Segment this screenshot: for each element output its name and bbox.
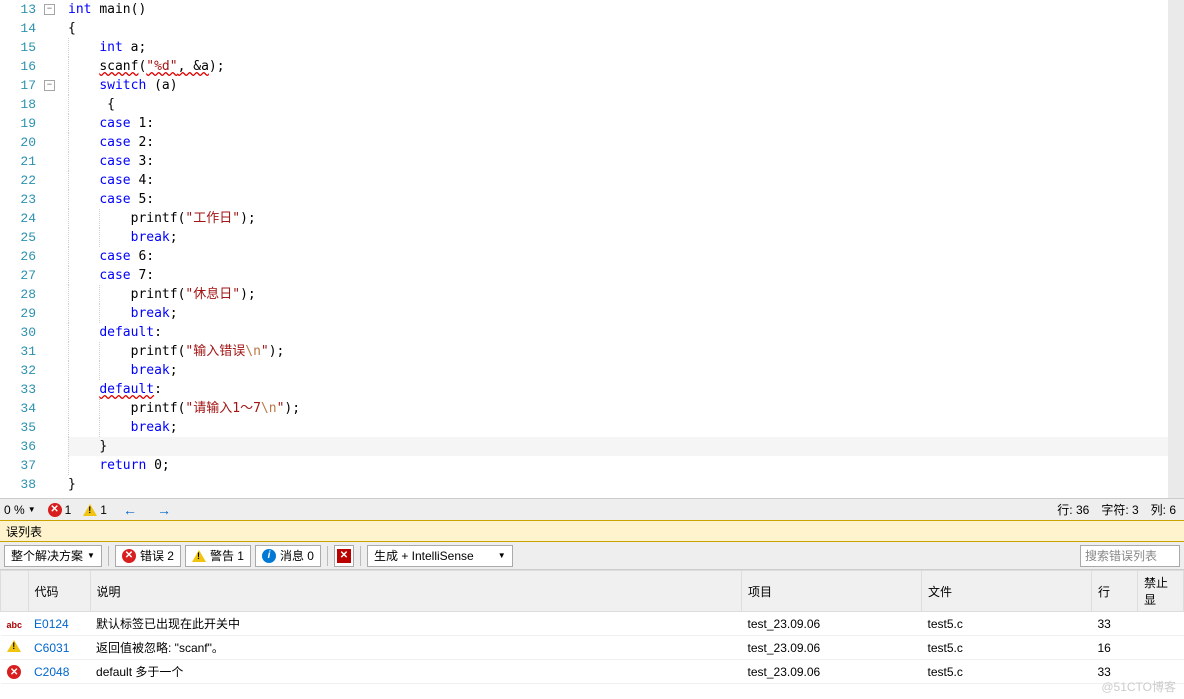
warning-count[interactable]: 1	[83, 503, 107, 517]
table-row[interactable]: C6031返回值被忽略: "scanf"。test_23.09.06test5.…	[1, 636, 1184, 660]
errors-filter-button[interactable]: ✕错误 2	[115, 545, 181, 567]
code-editor[interactable]: 1314151617181920212223242526272829303132…	[0, 0, 1184, 498]
col-file[interactable]: 文件	[922, 571, 1092, 612]
table-header-row: 代码 说明 项目 文件 行 禁止显	[1, 571, 1184, 612]
error-icon: ✕	[122, 549, 136, 563]
fold-toggle-icon[interactable]: −	[44, 80, 55, 91]
col-line[interactable]: 行	[1092, 571, 1138, 612]
clear-button[interactable]: ✕	[334, 545, 354, 567]
error-icon: ✕	[48, 503, 62, 517]
nav-next-icon[interactable]: →	[153, 502, 175, 518]
messages-filter-button[interactable]: i消息 0	[255, 545, 321, 567]
nav-prev-icon[interactable]: ←	[119, 502, 141, 518]
fold-column: − −	[42, 0, 60, 498]
col-code[interactable]: 代码	[28, 571, 90, 612]
warning-icon	[192, 550, 206, 562]
error-list-panel-title[interactable]: 误列表	[0, 520, 1184, 542]
watermark: @51CTO博客	[1101, 678, 1176, 695]
build-intellisense-dropdown[interactable]: 生成 + IntelliSense ▼	[367, 545, 513, 567]
error-list-toolbar: 整个解决方案 ▼ ✕错误 2 警告 1 i消息 0 ✕ 生成 + Intelli…	[0, 542, 1184, 570]
fold-toggle-icon[interactable]: −	[44, 4, 55, 15]
caret-line: 行: 36	[1057, 501, 1089, 518]
zoom-level[interactable]: 0 % ▼	[4, 503, 36, 517]
vertical-scrollbar[interactable]	[1168, 0, 1184, 498]
code-content[interactable]: int main(){ int a; scanf("%d", &a); swit…	[60, 0, 1184, 498]
solution-filter-dropdown[interactable]: 整个解决方案 ▼	[4, 545, 102, 567]
caret-char: 字符: 3	[1101, 501, 1138, 518]
col-project[interactable]: 项目	[742, 571, 922, 612]
search-error-list-input[interactable]: 搜索错误列表	[1080, 545, 1180, 567]
editor-status-bar: 0 % ▼ ✕1 1 ← → 行: 36 字符: 3 列: 6	[0, 498, 1184, 520]
clear-icon: ✕	[337, 549, 351, 563]
error-list-table[interactable]: 代码 说明 项目 文件 行 禁止显 abcE0124默认标签已出现在此开关中te…	[0, 570, 1184, 684]
error-count[interactable]: ✕1	[48, 503, 72, 517]
col-description[interactable]: 说明	[90, 571, 741, 612]
info-icon: i	[262, 549, 276, 563]
table-row[interactable]: abcE0124默认标签已出现在此开关中test_23.09.06test5.c…	[1, 612, 1184, 636]
warnings-filter-button[interactable]: 警告 1	[185, 545, 251, 567]
warning-icon	[83, 504, 97, 516]
caret-col: 列: 6	[1151, 501, 1176, 518]
table-row[interactable]: ✕C2048default 多于一个test_23.09.06test5.c33	[1, 660, 1184, 684]
col-suppress[interactable]: 禁止显	[1138, 571, 1184, 612]
line-number-gutter: 1314151617181920212223242526272829303132…	[0, 0, 42, 498]
